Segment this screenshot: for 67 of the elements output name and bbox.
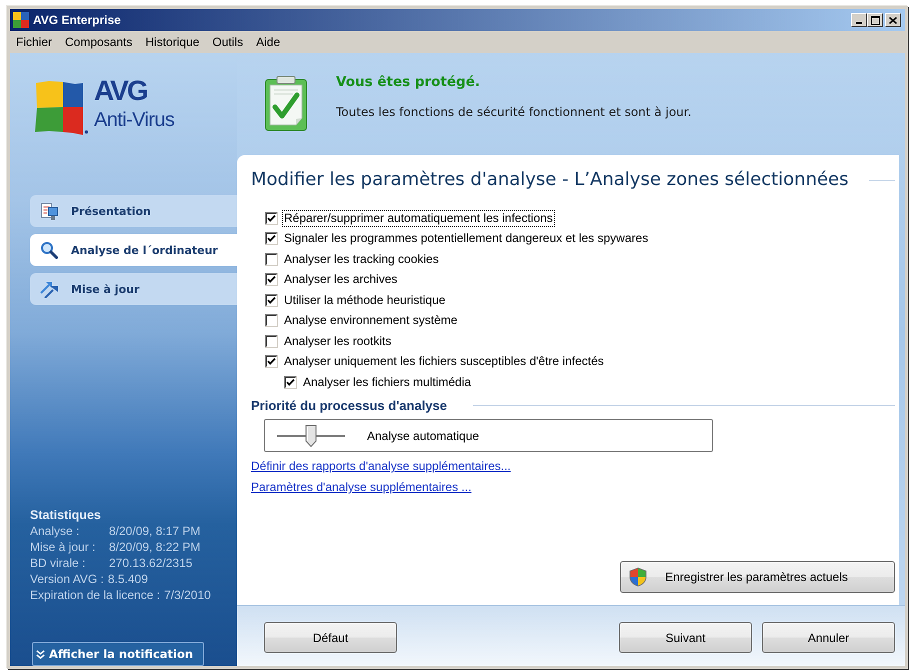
menu-item[interactable]: Fichier [10,35,60,49]
stat-label: Version AVG : [30,571,104,587]
app-logo-icon [13,12,29,28]
checkbox-label[interactable]: Signaler les programmes potentiellement dangereux et les spywares [283,231,650,246]
save-settings-button[interactable]: Enregistrer les paramètres actuels [620,561,895,593]
checkbox-label[interactable]: Analyser les rootkits [283,334,392,349]
nav-item[interactable]: Analyse de l´ordinateur [30,234,237,266]
close-icon [889,16,897,24]
logo-subtitle: Anti-Virus [94,109,174,131]
stat-value: 8/20/09, 8:17 PM [109,523,200,539]
close-button[interactable] [885,13,901,27]
stat-label: Mise à jour : [30,539,96,555]
checkbox-label[interactable]: Analyser les fichiers multimédia [302,374,472,390]
checkbox[interactable] [265,273,278,286]
logo-wordmark: AVG [94,76,147,106]
flag-logo-icon [35,80,88,135]
checkbox-label[interactable]: Analyser uniquement les fichiers susceptibles d'être infectés [283,354,605,370]
section-heading: Priorité du processus d'analyse [251,398,447,412]
checkbox-label[interactable]: Réparer/supprimer automatiquement les infections [283,210,554,226]
dialog-button[interactable]: Suivant [619,622,752,653]
checkbox[interactable] [265,334,278,348]
menu-item[interactable]: Composants [59,35,140,49]
document-icon [40,202,58,220]
checkbox[interactable] [265,314,278,328]
dialog-button[interactable]: Annuler [762,622,895,653]
stat-value: 270.13.62/2315 [109,555,192,571]
status-message: Toutes les fonctions de sécurité fonctionnent et sont à jour. [336,104,692,120]
maximize-icon [870,16,880,24]
stat-value: 7/3/2010 [164,587,211,603]
menu-item[interactable]: Outils [206,35,250,49]
nav-item[interactable]: Présentation [30,195,237,227]
checkbox[interactable] [265,355,278,368]
shield-icon [629,567,647,587]
show-notification-button[interactable]: Afficher la notification [32,642,204,666]
link[interactable]: Définir des rapports d'analyse supplémentaires... [251,457,511,475]
stats-title: Statistiques [30,507,102,523]
checkbox[interactable] [284,376,297,389]
slider-reading: Analyse automatique [367,428,480,442]
checkbox[interactable] [265,294,278,307]
minimize-button[interactable] [851,13,867,27]
stat-value: 8/20/09, 8:22 PM [109,539,200,555]
checkbox-label[interactable]: Utiliser la méthode heuristique [283,292,446,308]
window-title: AVG Enterprise [33,13,122,27]
panel-heading: Modifier les paramètres d'analyse - L’Analyse zones sélectionnées [251,169,849,191]
search-icon [40,241,58,259]
nav-item[interactable]: Mise à jour [30,273,237,305]
checkbox-label[interactable]: Analyser les tracking cookies [283,252,440,267]
stat-label: Expiration de la licence : [30,587,160,603]
checkbox-label[interactable]: Analyse environnement système [283,313,458,328]
checkbox[interactable] [265,252,278,266]
status-title: Vous êtes protégé. [336,73,480,91]
menu-item[interactable]: Aide [250,35,288,49]
dialog-button[interactable]: Défaut [264,622,397,653]
checkbox-label[interactable]: Analyser les archives [283,272,398,288]
clipboard-check-icon [265,76,307,131]
stat-label: Analyse : [30,523,80,539]
menu-item[interactable]: Historique [139,35,206,49]
chevrons-down-icon [36,650,45,658]
checkbox[interactable] [265,212,278,225]
diagonal-arrows-icon [40,280,58,298]
maximize-button[interactable] [867,13,883,27]
link[interactable]: Paramètres d'analyse supplémentaires ... [251,478,472,496]
checkbox[interactable] [265,232,278,246]
slider-thumb[interactable] [306,424,316,446]
stat-value: 8.5.409 [108,571,148,587]
minimize-icon [856,22,862,24]
stat-label: BD virale : [30,555,86,571]
